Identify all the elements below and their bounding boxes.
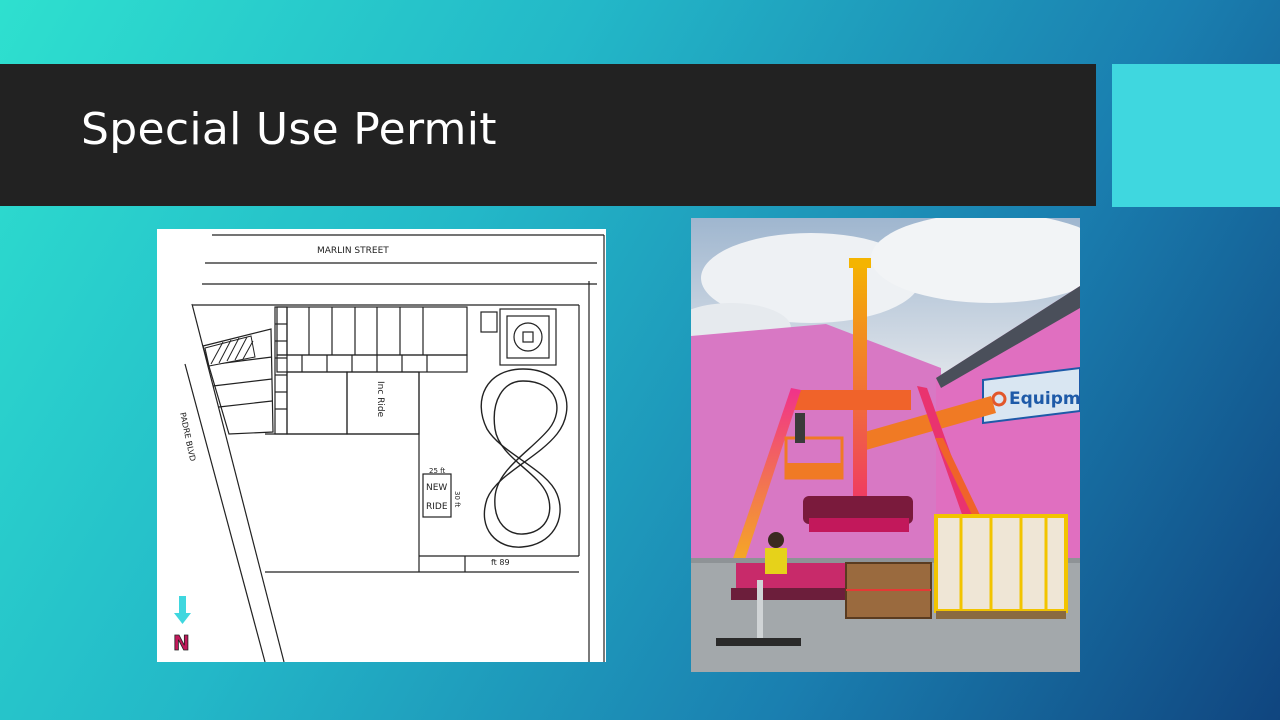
north-arrow-icon: [174, 596, 191, 624]
site-map-image: MARLIN STREET PADRE BLVD Inc Ride NEW RI…: [157, 229, 606, 663]
new-ride-label-line1: NEW: [426, 483, 447, 493]
marlin-street-label: MARLIN STREET: [317, 246, 389, 256]
accent-square: [1112, 64, 1280, 207]
site-map-drawing: MARLIN STREET PADRE BLVD Inc Ride NEW RI…: [173, 234, 605, 663]
ride-photo: Equipme: [691, 218, 1080, 672]
photo-banner-text: Equipme: [1009, 389, 1080, 409]
padre-blvd-label: PADRE BLVD: [178, 412, 197, 463]
ride-photo-drawing: Equipme: [691, 218, 1080, 672]
existing-ride-label: Inc Ride: [375, 381, 385, 418]
dim-depth-label: 30 ft: [453, 491, 461, 507]
slide-title: Special Use Permit: [81, 104, 497, 155]
north-label: N: [173, 631, 190, 655]
dim-bottom-label: ft 89: [491, 558, 510, 567]
dim-width-label: 25 ft: [429, 467, 445, 475]
new-ride-label-line2: RIDE: [426, 502, 448, 512]
